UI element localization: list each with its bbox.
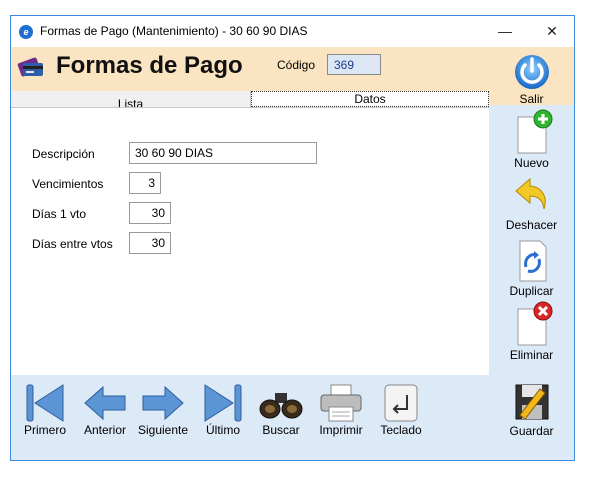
ultimo-label: Último: [205, 423, 240, 437]
dias1-label: Días 1 vto: [32, 207, 87, 221]
side-toolbar: Salir Nuevo Deshacer Duplicar Eliminar G…: [489, 47, 574, 460]
enter-key-icon: [384, 384, 418, 422]
minimize-button[interactable]: —: [483, 16, 527, 47]
deshacer-button[interactable]: Deshacer: [489, 173, 574, 232]
binoculars-icon: [259, 393, 303, 419]
descripcion-input[interactable]: 30 60 90 DIAS: [129, 142, 317, 164]
anterior-button[interactable]: Anterior: [77, 383, 133, 437]
previous-record-icon: [84, 385, 126, 421]
descripcion-label: Descripción: [32, 147, 95, 161]
app-window: e Formas de Pago (Mantenimiento) - 30 60…: [10, 15, 575, 461]
primero-button[interactable]: Primero: [17, 383, 73, 437]
printer-icon: [320, 384, 362, 422]
guardar-button[interactable]: Guardar: [489, 381, 574, 438]
buscar-button[interactable]: Buscar: [253, 383, 309, 437]
dias-entre-input[interactable]: 30: [129, 232, 171, 254]
ultimo-button[interactable]: Último: [195, 383, 251, 437]
duplicar-label: Duplicar: [509, 284, 554, 298]
duplicar-button[interactable]: Duplicar: [489, 237, 574, 298]
bottom-toolbar: Primero Anterior Siguiente Último Buscar…: [11, 375, 489, 460]
new-document-icon: [517, 109, 552, 154]
undo-icon: [514, 177, 546, 210]
primero-label: Primero: [23, 423, 66, 437]
vencimientos-label: Vencimientos: [32, 177, 104, 191]
siguiente-button[interactable]: Siguiente: [133, 383, 193, 437]
window-title: Formas de Pago (Mantenimiento) - 30 60 9…: [40, 24, 308, 38]
nuevo-button[interactable]: Nuevo: [489, 109, 574, 170]
power-icon: [514, 55, 549, 89]
next-record-icon: [142, 385, 184, 421]
datos-panel: Descripción 30 60 90 DIAS Vencimientos 3…: [11, 107, 489, 375]
nuevo-label: Nuevo: [514, 156, 549, 170]
imprimir-button[interactable]: Imprimir: [311, 383, 371, 437]
imprimir-label: Imprimir: [319, 423, 363, 437]
title-bar: e Formas de Pago (Mantenimiento) - 30 60…: [11, 16, 574, 47]
deshacer-label: Deshacer: [505, 218, 558, 232]
siguiente-label: Siguiente: [137, 423, 189, 437]
salir-label: Salir: [519, 92, 544, 106]
teclado-label: Teclado: [380, 423, 422, 437]
salir-button[interactable]: Salir: [489, 51, 574, 106]
guardar-label: Guardar: [509, 424, 554, 438]
teclado-button[interactable]: Teclado: [373, 383, 429, 437]
eliminar-label: Eliminar: [509, 348, 554, 362]
close-button[interactable]: ✕: [530, 16, 574, 47]
eliminar-button[interactable]: Eliminar: [489, 301, 574, 362]
form-header: Formas de Pago Código 369: [11, 47, 489, 91]
dias1-input[interactable]: 30: [129, 202, 171, 224]
tab-datos[interactable]: Datos: [251, 91, 489, 107]
app-icon: e: [19, 25, 33, 39]
duplicate-icon: [519, 240, 546, 282]
codigo-field[interactable]: 369: [327, 54, 381, 75]
codigo-label: Código: [277, 58, 316, 72]
dias-entre-label: Días entre vtos: [32, 237, 113, 251]
payment-card-icon: [17, 54, 45, 80]
last-record-icon: [204, 384, 242, 422]
page-title: Formas de Pago: [56, 52, 243, 79]
first-record-icon: [26, 384, 64, 422]
buscar-label: Buscar: [262, 423, 300, 437]
anterior-label: Anterior: [83, 423, 127, 437]
delete-icon: [517, 301, 552, 346]
vencimientos-input[interactable]: 3: [129, 172, 161, 194]
save-icon: [515, 384, 548, 420]
